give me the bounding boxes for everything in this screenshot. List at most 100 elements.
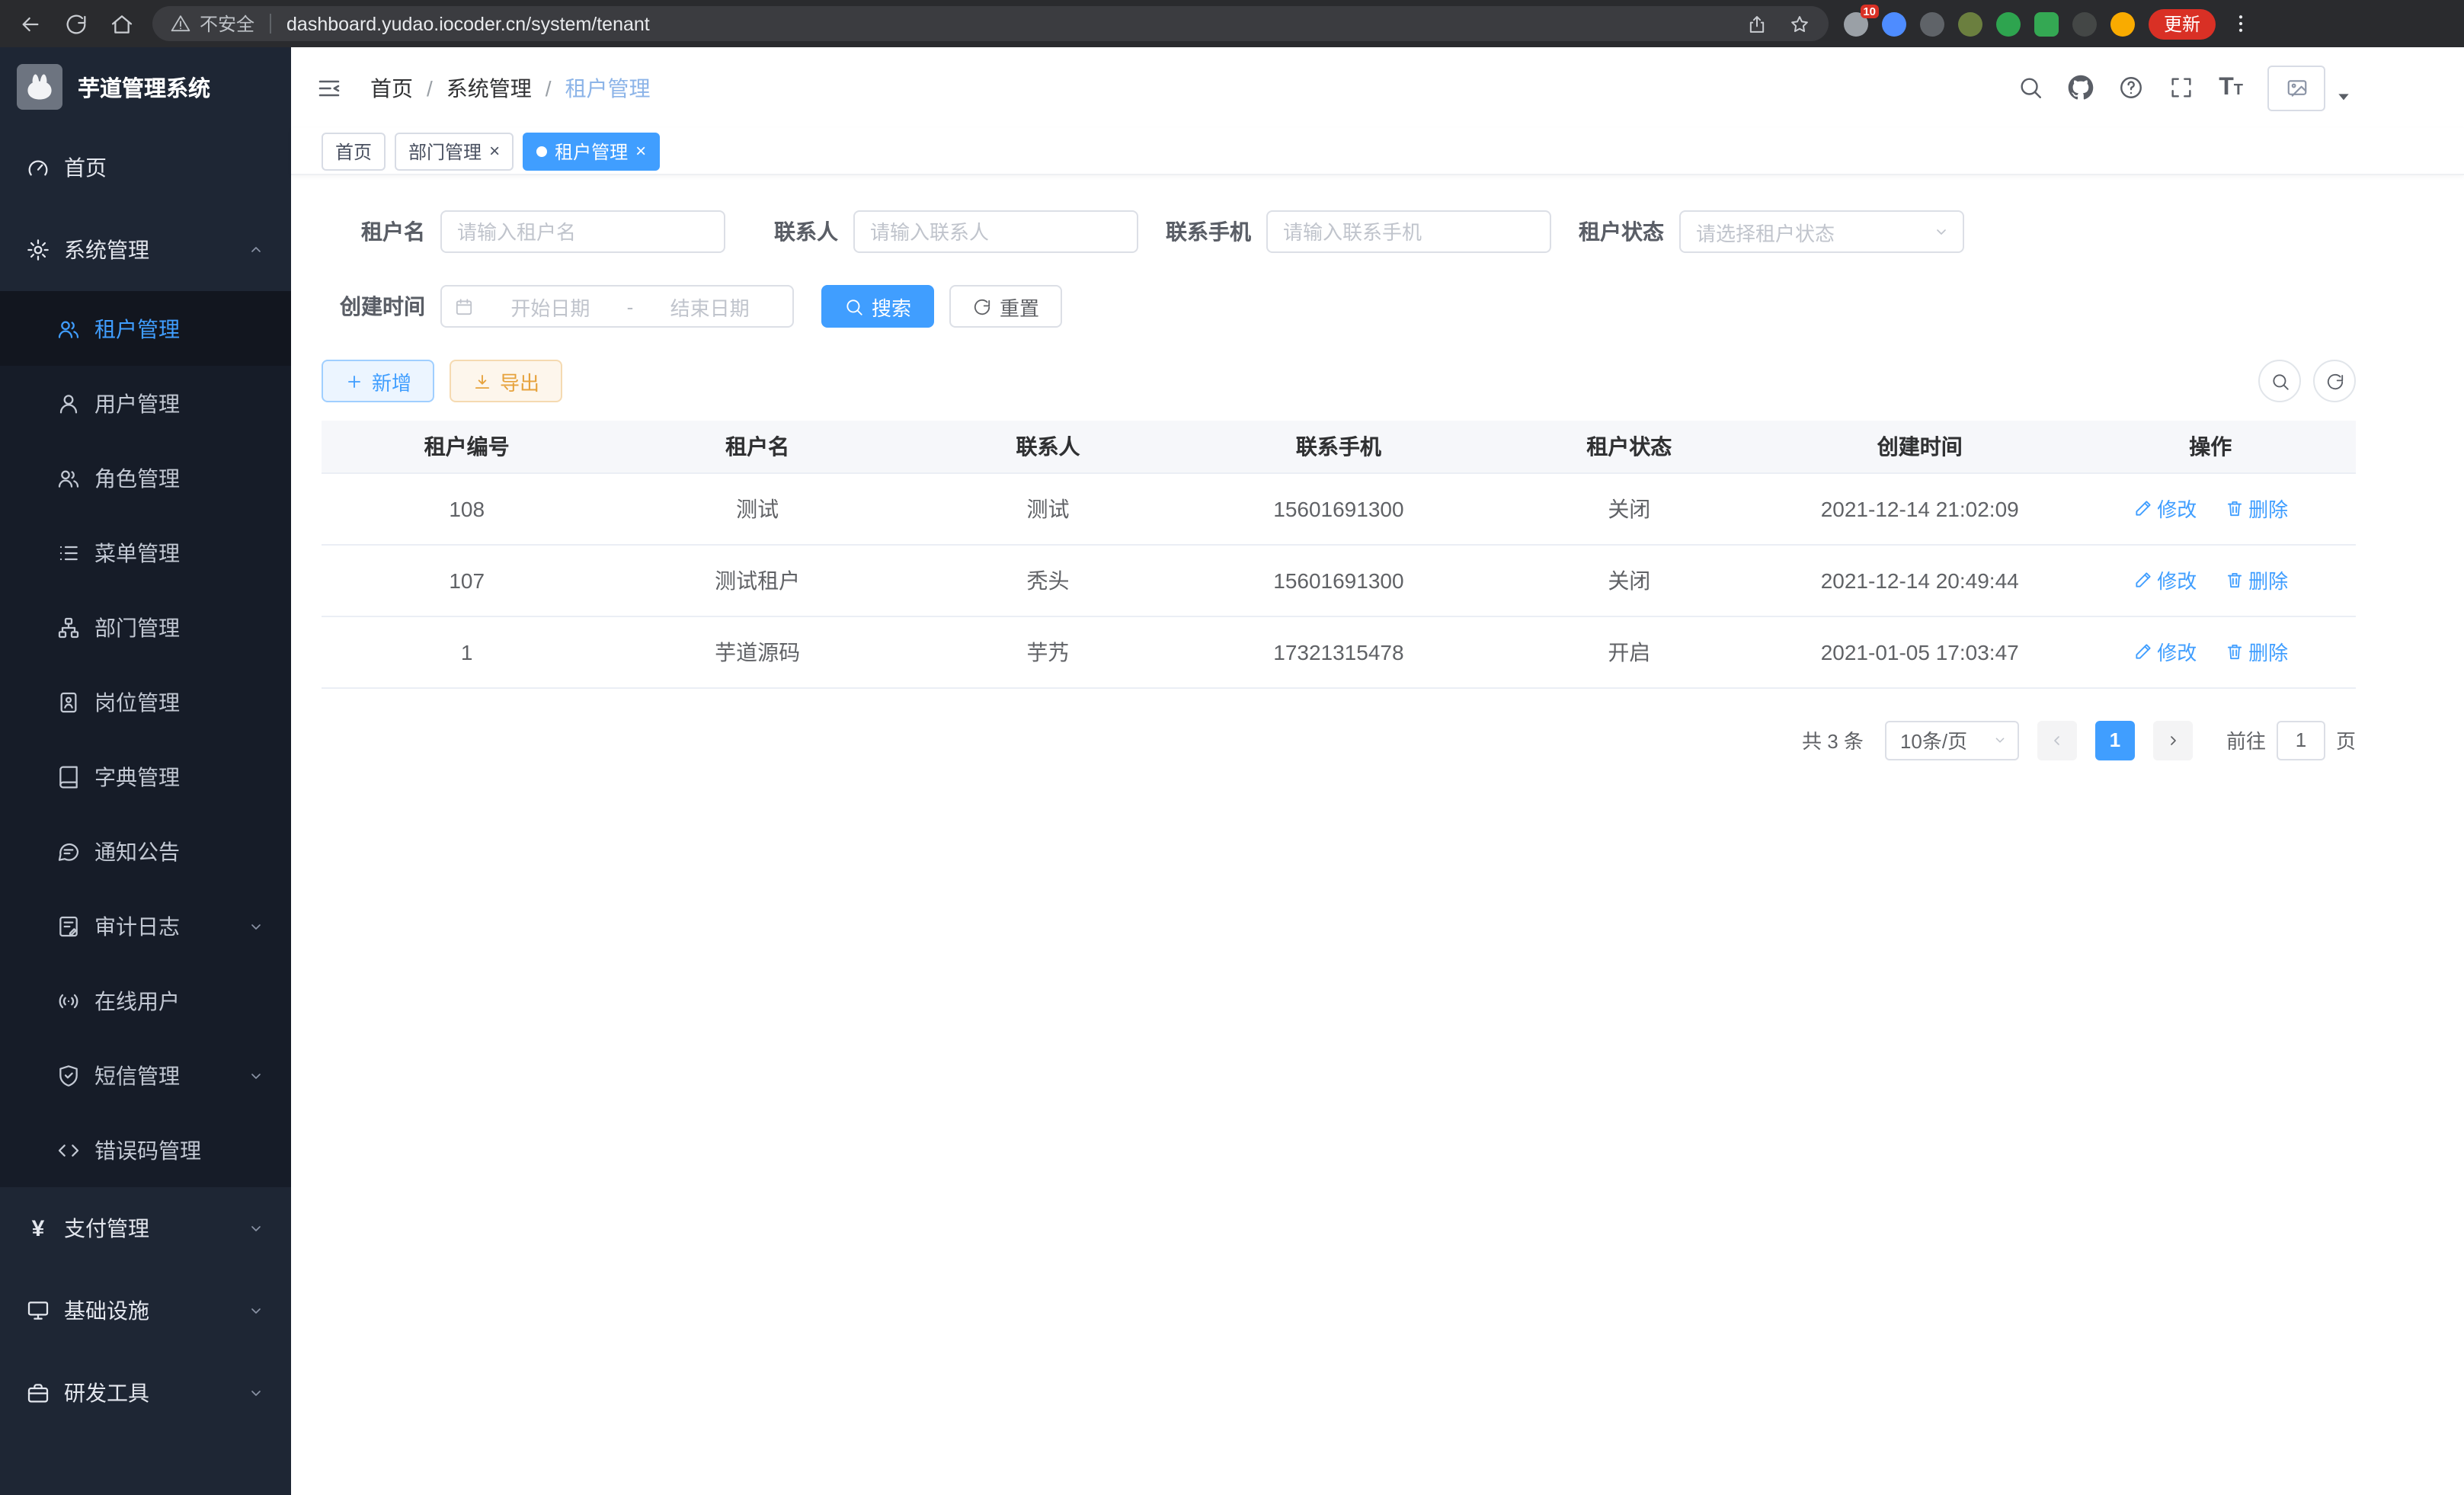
delete-button[interactable]: 删除: [2224, 637, 2288, 666]
sidebar-item-notice[interactable]: 通知公告: [0, 814, 291, 888]
cell-created: 2021-12-14 21:02:09: [1774, 472, 2065, 544]
bookmark-star-icon[interactable]: [1789, 13, 1810, 34]
prev-page-button[interactable]: [2037, 720, 2077, 760]
extension-icon-1[interactable]: 10: [1844, 11, 1868, 36]
start-date-placeholder[interactable]: 开始日期: [480, 292, 621, 321]
delete-button[interactable]: 删除: [2224, 494, 2288, 523]
col-actions: 操作: [2065, 421, 2356, 472]
search-icon[interactable]: [2018, 75, 2043, 101]
plus-icon: [344, 371, 364, 391]
goto-page-input[interactable]: [2277, 720, 2325, 760]
cell-created: 2021-12-14 20:49:44: [1774, 544, 2065, 616]
help-icon[interactable]: [2118, 75, 2144, 101]
fullscreen-icon[interactable]: [2168, 75, 2194, 101]
share-icon[interactable]: [1746, 13, 1768, 34]
trash-icon: [2224, 498, 2244, 518]
sidebar-item-home[interactable]: 首页: [0, 126, 291, 209]
page-size-select[interactable]: 10条/页: [1885, 720, 2019, 760]
breadcrumb-home[interactable]: 首页: [370, 72, 413, 103]
sidebar-item-tenant[interactable]: 租户管理: [0, 291, 291, 366]
sidebar-item-dict[interactable]: 字典管理: [0, 739, 291, 814]
back-button[interactable]: [15, 8, 46, 39]
sidebar-item-sms[interactable]: 短信管理: [0, 1038, 291, 1112]
chevron-down-icon: [247, 1384, 265, 1402]
toolbar-right: [2258, 360, 2356, 402]
sidebar-collapse-button[interactable]: [315, 72, 346, 103]
contact-input[interactable]: [853, 210, 1138, 253]
sidebar-item-menu[interactable]: 菜单管理: [0, 515, 291, 590]
github-icon[interactable]: [2068, 75, 2094, 101]
add-button[interactable]: 新增: [322, 360, 434, 402]
home-button[interactable]: [107, 8, 137, 39]
end-date-placeholder[interactable]: 结束日期: [639, 292, 780, 321]
security-badge[interactable]: 不安全: [200, 11, 254, 37]
extension-icon-7[interactable]: [2072, 11, 2097, 36]
update-button[interactable]: 更新: [2149, 8, 2216, 39]
date-range-picker[interactable]: 开始日期 - 结束日期: [440, 285, 794, 328]
browser-menu-icon[interactable]: [2229, 12, 2252, 35]
contact-label: 联系人: [734, 216, 838, 247]
cell-contact: 测试: [903, 472, 1193, 544]
status-select[interactable]: 请选择租户状态: [1679, 210, 1964, 253]
url-divider: [270, 14, 271, 34]
refresh-table-button[interactable]: [2313, 360, 2356, 402]
extension-icon-2[interactable]: [1882, 11, 1906, 36]
toggle-search-button[interactable]: [2258, 360, 2301, 402]
breadcrumb-separator: /: [427, 75, 433, 100]
user-avatar: [2267, 65, 2325, 110]
sidebar-item-infra[interactable]: 基础设施: [0, 1269, 291, 1352]
font-size-icon[interactable]: [2219, 74, 2243, 101]
cell-tenant-name: 芋道源码: [612, 616, 902, 687]
browser-chrome: 不安全 dashboard.yudao.iocoder.cn/system/te…: [0, 0, 2464, 47]
page-number-1[interactable]: 1: [2095, 720, 2135, 760]
sidebar-item-audit-log[interactable]: 审计日志: [0, 888, 291, 963]
sidebar-item-devtools[interactable]: 研发工具: [0, 1352, 291, 1434]
filter-contact: 联系人: [734, 210, 1138, 253]
sidebar-item-role[interactable]: 角色管理: [0, 440, 291, 515]
reset-button[interactable]: 重置: [949, 285, 1062, 328]
extension-icon-8[interactable]: [2110, 11, 2135, 36]
export-button[interactable]: 导出: [450, 360, 562, 402]
search-button[interactable]: 搜索: [821, 285, 934, 328]
filter-status: 租户状态 请选择租户状态: [1560, 210, 1964, 253]
app-title: 芋道管理系统: [78, 71, 210, 103]
table-row: 1 芋道源码 芋艿 17321315478 开启 2021-01-05 17:0…: [322, 616, 2356, 687]
sidebar-item-dept[interactable]: 部门管理: [0, 590, 291, 664]
extension-icon-3[interactable]: [1920, 11, 1944, 36]
reload-button[interactable]: [61, 8, 91, 39]
edit-button[interactable]: 修改: [2133, 494, 2197, 523]
phone-input[interactable]: [1266, 210, 1551, 253]
sidebar-item-post[interactable]: 岗位管理: [0, 664, 291, 739]
sidebar-item-error-code[interactable]: 错误码管理: [0, 1112, 291, 1187]
chevron-down-icon: [1992, 731, 2008, 748]
tab-tenant[interactable]: 租户管理: [523, 132, 660, 170]
user-menu[interactable]: [2267, 65, 2356, 110]
delete-button[interactable]: 删除: [2224, 565, 2288, 594]
refresh-icon: [972, 296, 992, 316]
status-label: 租户状态: [1560, 216, 1664, 247]
table-toolbar: 新增 导出: [322, 360, 2356, 402]
tenant-name-label: 租户名: [322, 216, 425, 247]
role-icon: [56, 466, 81, 490]
url-bar[interactable]: 不安全 dashboard.yudao.iocoder.cn/system/te…: [152, 6, 1829, 41]
sidebar-item-system[interactable]: 系统管理: [0, 209, 291, 291]
edit-button[interactable]: 修改: [2133, 565, 2197, 594]
tab-dept[interactable]: 部门管理: [395, 132, 514, 170]
tenant-name-input[interactable]: [440, 210, 725, 253]
cell-tenant-name: 测试租户: [612, 544, 902, 616]
next-page-button[interactable]: [2153, 720, 2193, 760]
extension-icon-5[interactable]: [1996, 11, 2021, 36]
close-icon[interactable]: [489, 142, 500, 160]
edit-button[interactable]: 修改: [2133, 637, 2197, 666]
sidebar-item-online-user[interactable]: 在线用户: [0, 963, 291, 1038]
chevron-right-icon: [2164, 731, 2182, 749]
sidebar-item-payment[interactable]: 支付管理: [0, 1187, 291, 1269]
extension-icon-4[interactable]: [1958, 11, 1982, 36]
extension-icon-6[interactable]: [2034, 11, 2059, 36]
tab-home[interactable]: 首页: [322, 132, 386, 170]
list-icon: [56, 540, 81, 565]
cell-created: 2021-01-05 17:03:47: [1774, 616, 2065, 687]
sidebar-item-user[interactable]: 用户管理: [0, 366, 291, 440]
close-icon[interactable]: [635, 142, 646, 160]
breadcrumb-system[interactable]: 系统管理: [446, 72, 532, 103]
